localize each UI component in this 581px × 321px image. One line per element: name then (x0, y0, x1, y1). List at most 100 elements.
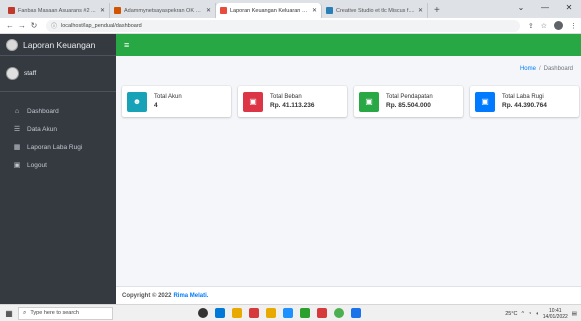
notification-icon[interactable]: ▤ (572, 311, 577, 317)
tab-title: Adammynetsayaspekran OK wiv... (124, 7, 204, 14)
info-box-label: Total Pendapatan (386, 94, 433, 100)
breadcrumb-home-link[interactable]: Home (520, 66, 536, 72)
page-footer: Copyright © 2022 Rima Melati. (116, 286, 581, 304)
tab-close-icon[interactable]: ✕ (206, 7, 211, 14)
info-box-label: Total Beban (270, 94, 302, 100)
taskbar-app-icon[interactable] (249, 308, 259, 318)
info-box-total-akun: ☻ Total Akun 4 (122, 86, 231, 117)
url-field[interactable]: ⓘ localhost/lap_pendual/dashboard (46, 19, 520, 32)
close-window-icon[interactable]: ✕ (557, 3, 581, 12)
main-content: Home / Dashboard ☻ Total Akun 4 ▣ Total Be… (116, 56, 581, 304)
top-navbar: ≡ (116, 34, 581, 56)
breadcrumb-separator: / (538, 66, 541, 72)
sidebar-item-laporan-laba-rugi[interactable]: ▦ Laporan Laba Rugi (0, 138, 116, 156)
network-icon[interactable]: ◔ (528, 311, 531, 317)
copyright-text: Copyright © 2022 (122, 292, 172, 299)
minimize-icon[interactable]: — (533, 3, 557, 12)
taskbar-app-icon[interactable] (300, 308, 310, 318)
tab-favicon-icon (326, 7, 333, 14)
new-tab-button[interactable]: + (428, 5, 446, 18)
logout-icon: ▣ (13, 162, 21, 169)
hamburger-menu-icon[interactable]: ≡ (124, 40, 129, 50)
browser-tab-active[interactable]: Laporan Keuangan Keluaran Jo... ✕ (216, 3, 322, 18)
taskbar-app-icon[interactable] (266, 308, 276, 318)
reload-icon[interactable]: ↻ (28, 21, 40, 30)
system-tray: 25°C ^ ◔ ◖ 10:41 14/01/2022 ▤ (505, 305, 577, 321)
taskbar-app-icon[interactable] (232, 308, 242, 318)
user-name: staff (24, 70, 37, 77)
info-box-row: ☻ Total Akun 4 ▣ Total Beban Rp. 41.113.… (122, 86, 579, 117)
breadcrumb: Home / Dashboard (520, 66, 573, 72)
tab-title: Fanbas Masaan Asuarans #2 ... (18, 7, 96, 14)
volume-icon[interactable]: ◖ (535, 311, 538, 317)
url-text: localhost/lap_pendual/dashboard (61, 22, 142, 29)
bookmark-star-icon[interactable]: ☆ (541, 22, 547, 30)
taskbar-app-icon[interactable] (334, 308, 344, 318)
os-taskbar: ▦ ⌕ Type here to search 25°C ^ ◔ ◖ 10:41… (0, 304, 581, 321)
profile-avatar-icon[interactable] (554, 21, 563, 30)
window-controls: ⌄ — ✕ (509, 0, 581, 14)
tab-title: Laporan Keuangan Keluaran Jo... (230, 7, 310, 14)
sidebar-item-label: Dashboard (27, 107, 59, 115)
share-icon[interactable]: ⇪ (528, 22, 534, 30)
browser-tab[interactable]: Creative Studio et tlc Miscus f.... ✕ (322, 3, 428, 18)
browser-menu-icon[interactable]: ⋮ (570, 22, 577, 30)
home-icon: ⌂ (14, 107, 20, 115)
user-panel[interactable]: staff (0, 56, 116, 92)
tray-chevron-icon[interactable]: ^ (522, 311, 525, 317)
sidebar-item-label: Data Akun (27, 125, 57, 133)
sidebar-item-label: Laporan Laba Rugi (27, 143, 83, 151)
taskbar-search-field[interactable]: ⌕ Type here to search (18, 306, 113, 320)
tab-favicon-icon (8, 7, 15, 14)
users-icon: ☻ (127, 91, 147, 112)
info-box-total-beban: ▣ Total Beban Rp. 41.113.236 (238, 86, 347, 117)
brand-title: Laporan Keuangan (23, 39, 96, 50)
tab-favicon-icon (114, 7, 121, 14)
browser-tab-bar: Fanbas Masaan Asuarans #2 ... ✕ Adammynet… (0, 0, 581, 18)
taskbar-app-icon[interactable] (198, 308, 208, 318)
info-box-value: 4 (154, 102, 158, 109)
info-box-total-laba-rugi: ▣ Total Laba Rugi Rp. 44.390.764 (470, 86, 579, 117)
taskbar-app-icon[interactable] (283, 308, 293, 318)
taskbar-app-icon[interactable] (351, 308, 361, 318)
tab-favicon-icon (220, 7, 227, 14)
weather-text[interactable]: 25°C (505, 311, 517, 317)
taskbar-app-icon[interactable] (317, 308, 327, 318)
info-box-value: Rp. 41.113.236 (270, 102, 315, 109)
browser-tab[interactable]: Adammynetsayaspekran OK wiv... ✕ (110, 3, 216, 18)
window-tab-search-icon[interactable]: ⌄ (509, 3, 533, 12)
browser-tab[interactable]: Fanbas Masaan Asuarans #2 ... ✕ (4, 3, 110, 18)
brand-logo-icon (6, 38, 18, 51)
clock-date: 14/01/2022 (542, 313, 568, 320)
tab-close-icon[interactable]: ✕ (418, 7, 423, 14)
footer-author-link[interactable]: Rima Melati. (173, 293, 208, 299)
sidebar-item-logout[interactable]: ▣ Logout (0, 156, 116, 174)
windows-start-icon[interactable]: ▦ (0, 309, 18, 318)
taskbar-app-icon[interactable] (215, 308, 225, 318)
users-icon: ☰ (13, 126, 21, 133)
info-box-value: Rp. 85.504.000 (386, 102, 431, 109)
tab-title: Creative Studio et tlc Miscus f.... (336, 7, 415, 14)
taskbar-clock[interactable]: 10:41 14/01/2022 (543, 308, 568, 320)
info-box-label: Total Akun (154, 94, 182, 100)
taskbar-search-placeholder: Type here to search (30, 310, 79, 316)
breadcrumb-current: Dashboard (543, 66, 573, 72)
sidebar: Laporan Keuangan staff ⌂ Dashboard ☰ Dat… (0, 34, 116, 304)
site-info-icon[interactable]: ⓘ (51, 21, 57, 30)
money-icon: ▣ (475, 91, 495, 112)
tab-close-icon[interactable]: ✕ (100, 7, 105, 14)
back-icon[interactable]: ← (4, 21, 16, 30)
sidebar-item-data-akun[interactable]: ☰ Data Akun (0, 120, 116, 138)
sidebar-menu: ⌂ Dashboard ☰ Data Akun ▦ Laporan Laba R… (0, 92, 116, 174)
sidebar-item-dashboard[interactable]: ⌂ Dashboard (0, 102, 116, 120)
taskbar-apps (198, 308, 361, 318)
address-bar: ← → ↻ ⓘ localhost/lap_pendual/dashboard … (0, 18, 581, 34)
report-icon: ▦ (13, 144, 21, 151)
brand-link[interactable]: Laporan Keuangan (0, 34, 116, 56)
user-avatar-icon (6, 67, 19, 80)
forward-icon[interactable]: → (16, 21, 28, 30)
info-box-label: Total Laba Rugi (502, 94, 544, 100)
money-icon: ▣ (359, 91, 379, 112)
search-icon: ⌕ (23, 309, 27, 316)
tab-close-icon[interactable]: ✕ (312, 7, 317, 14)
